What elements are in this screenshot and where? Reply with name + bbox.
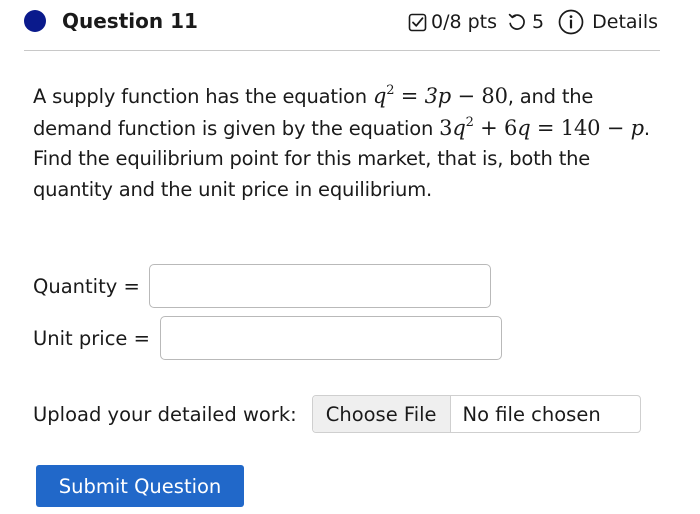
unit-price-input[interactable] [159,316,502,360]
header-divider [24,50,660,51]
unit-price-label: Unit price = [33,326,150,350]
quantity-label: Quantity = [33,274,140,298]
quantity-input[interactable] [148,264,491,308]
unit-price-row: Unit price = [33,316,502,360]
file-status: No file chosen [462,402,601,426]
submit-question-button[interactable]: Submit Question [36,465,244,507]
retry-icon [507,12,527,32]
quantity-row: Quantity = [33,264,491,308]
supply-equation: q2 = 3p − 80 [372,83,508,108]
tries-count: 5 [532,11,545,33]
points-label: 0/8 pts [431,11,498,33]
checkbox-icon [408,13,427,32]
upload-label: Upload your detailed work: [33,402,297,426]
question-text-part: A supply function has the equation [33,85,373,108]
choose-file-button[interactable]: Choose File [312,396,451,432]
file-input[interactable]: Choose File No file chosen [311,395,641,433]
question-title: Question 11 [62,9,198,33]
question-text: A supply function has the equation q2 = … [33,81,653,205]
question-header: Question 11 0/8 pts 5 Details [0,0,700,52]
status-dot-icon [24,10,46,32]
question-meta: 0/8 pts 5 Details [408,7,658,37]
info-icon[interactable] [558,9,584,35]
details-link[interactable]: Details [592,11,658,33]
demand-equation: 3q2 + 6q = 140 − p [439,114,644,140]
upload-row: Upload your detailed work: Choose File N… [33,395,641,433]
